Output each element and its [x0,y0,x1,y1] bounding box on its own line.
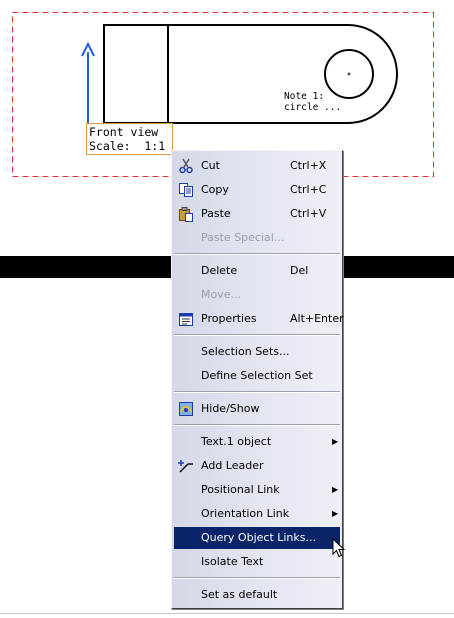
menu-item-delete[interactable]: Delete Del [174,260,340,282]
menu-item-label: Isolate Text [201,555,264,568]
menu-separator [174,253,340,255]
menu-separator [174,577,340,579]
menu-item-query-object-links[interactable]: Query Object Links... [174,527,340,549]
menu-item-add-leader[interactable]: Add Leader [174,455,340,477]
note-body: circle ... [284,102,342,113]
menu-item-positional-link[interactable]: Positional Link ▶ [174,479,340,501]
menu-item-cut[interactable]: Cut Ctrl+X [174,155,340,177]
menu-item-shortcut: Ctrl+C [290,183,327,196]
note-text[interactable]: Note 1: circle ... [284,91,341,113]
menu-item-label: Cut [201,159,220,172]
copy-icon [179,183,193,197]
menu-separator [174,334,340,336]
menu-item-label: Properties [201,312,257,325]
menu-item-label: Delete [201,264,238,277]
menu-item-paste-special: Paste Special... [174,227,340,249]
menu-separator [174,424,340,426]
properties-icon [179,313,193,326]
menu-item-set-as-default[interactable]: Set as default [174,584,340,606]
hide-show-icon [179,402,193,416]
menu-item-label: Selection Sets... [201,345,290,358]
menu-item-properties[interactable]: Properties Alt+Enter [174,308,344,330]
menu-item-text-object[interactable]: Text.1 object ▶ [174,431,340,453]
menu-item-label: Query Object Links... [201,531,316,544]
menu-item-label: Text.1 object [201,435,272,448]
menu-item-copy[interactable]: Copy Ctrl+C [174,179,340,201]
add-leader-icon [178,460,193,473]
menu-item-hide-show[interactable]: Hide/Show [174,398,340,420]
menu-item-shortcut: Ctrl+V [290,207,327,220]
menu-item-shortcut: Del [290,264,309,277]
menu-item-label: Paste Special... [201,231,285,244]
paste-icon [179,207,193,222]
menu-item-shortcut: Ctrl+X [290,159,327,172]
submenu-arrow-icon: ▶ [332,437,339,446]
menu-item-label: Set as default [201,588,278,601]
hole-center-point [347,72,351,76]
mouse-pointer-icon [332,538,346,558]
menu-item-paste[interactable]: Paste Ctrl+V [174,203,340,225]
menu-item-label: Positional Link [201,483,280,496]
menu-item-define-selection-set[interactable]: Define Selection Set [174,365,340,387]
menu-item-selection-sets[interactable]: Selection Sets... [174,341,340,363]
menu-item-label: Add Leader [201,459,264,472]
part-outline[interactable] [103,24,398,124]
view-name-text: Front view [89,125,159,139]
submenu-arrow-icon: ▶ [332,509,339,518]
menu-item-label: Paste [201,207,231,220]
context-menu: Cut Ctrl+X Copy Ctrl+C Paste Ctrl+V Past… [171,150,344,609]
note-title: Note 1: [284,91,325,102]
bottom-divider [0,613,454,614]
menu-item-label: Define Selection Set [201,369,313,382]
menu-item-isolate-text[interactable]: Isolate Text [174,551,340,573]
menu-separator [174,391,340,393]
front-view-label[interactable]: Front view Scale: 1:1 [86,123,173,155]
menu-item-label: Orientation Link [201,507,290,520]
menu-item-label: Move... [201,288,241,301]
menu-item-label: Hide/Show [201,402,260,415]
view-scale-text: Scale: 1:1 [89,139,166,153]
menu-item-move: Move... [174,284,340,306]
scissors-icon [179,158,193,174]
menu-item-label: Copy [201,183,229,196]
menu-item-orientation-link[interactable]: Orientation Link ▶ [174,503,340,525]
menu-item-shortcut: Alt+Enter [290,312,344,325]
submenu-arrow-icon: ▶ [332,485,339,494]
